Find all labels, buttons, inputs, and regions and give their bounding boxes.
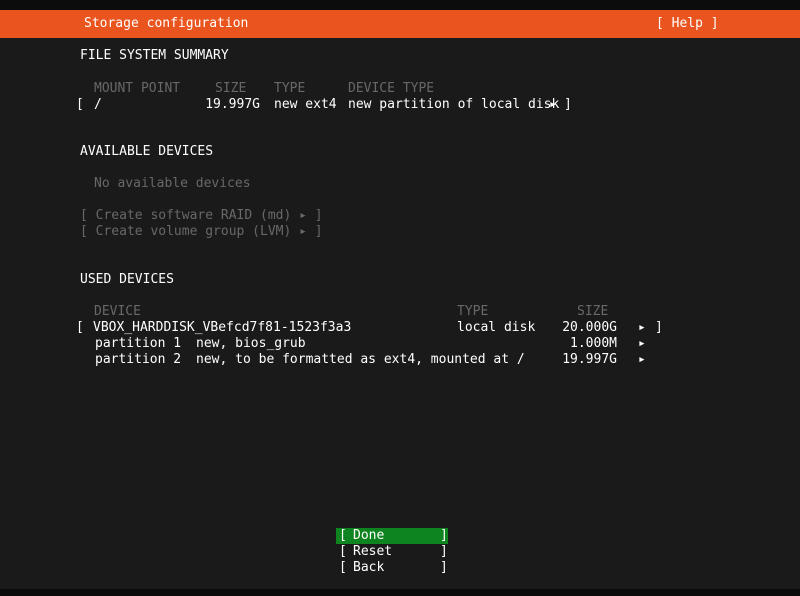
partition-description: new, to be formatted as ext4, mounted at…	[196, 352, 525, 367]
partition-description: new, bios_grub	[196, 336, 306, 351]
column-header-type: TYPE	[274, 81, 306, 96]
partition-row[interactable]: partition 2 new, to be formatted as ext4…	[0, 352, 800, 368]
column-header-mount-point: MOUNT POINT	[94, 81, 181, 96]
reset-button-label: Reset	[353, 544, 393, 559]
partition-name: partition 1	[95, 336, 182, 351]
expand-arrow-icon: ▸	[638, 320, 646, 335]
page-title: Storage configuration	[84, 16, 249, 31]
column-header-device-type: DEVICE TYPE	[348, 81, 435, 96]
expand-arrow-icon: ▸	[638, 352, 646, 367]
title-bar: Storage configuration [ Help ]	[0, 10, 800, 38]
open-bracket: [	[339, 528, 347, 543]
reset-button[interactable]: [ Reset ]	[336, 544, 448, 560]
expand-arrow-icon: ▸	[638, 336, 646, 351]
section-file-system-summary: FILE SYSTEM SUMMARY	[0, 48, 800, 64]
close-bracket: ]	[440, 560, 448, 575]
no-available-devices-message: No available devices	[94, 176, 251, 191]
disk-row[interactable]: [ VBOX_HARDDISK_VBefcd7f81-1523f3a3 loca…	[0, 320, 800, 336]
help-button[interactable]: [ Help ]	[656, 10, 719, 38]
fs-summary-row[interactable]: [ / 19.997G new ext4 new partition of lo…	[0, 97, 800, 113]
create-software-raid-button[interactable]: [ Create software RAID (md) ▸ ]	[80, 208, 323, 224]
back-button[interactable]: [ Back ]	[336, 560, 448, 576]
bottom-screen-edge	[0, 589, 800, 596]
column-header-type: TYPE	[457, 304, 489, 319]
available-devices-empty-row: No available devices	[0, 176, 800, 192]
section-title-available-devices: AVAILABLE DEVICES	[80, 144, 214, 159]
open-bracket: [	[339, 560, 347, 575]
size-value: 19.997G	[205, 97, 260, 112]
mount-point-value: /	[94, 97, 102, 112]
column-header-device: DEVICE	[94, 304, 141, 319]
device-type-value: new partition of local disk	[348, 97, 560, 112]
partition-size-value: 19.997G	[562, 352, 617, 367]
fs-summary-header-row: MOUNT POINT SIZE TYPE DEVICE TYPE	[0, 81, 800, 97]
open-bracket: [	[76, 97, 84, 112]
close-bracket: ]	[440, 528, 448, 543]
disk-size-value: 20.000G	[562, 320, 617, 335]
column-header-size: SIZE	[577, 304, 609, 319]
close-bracket: ]	[440, 544, 448, 559]
create-lvm-row: [ Create volume group (LVM) ▸ ]	[0, 224, 800, 240]
section-title-file-system-summary: FILE SYSTEM SUMMARY	[80, 48, 229, 63]
create-volume-group-button[interactable]: [ Create volume group (LVM) ▸ ]	[80, 224, 323, 240]
open-bracket: [	[76, 320, 84, 335]
partition-row[interactable]: partition 1 new, bios_grub 1.000M ▸	[0, 336, 800, 352]
type-value: new ext4	[274, 97, 337, 112]
partition-size-value: 1.000M	[570, 336, 617, 351]
column-header-size: SIZE	[215, 81, 247, 96]
top-screen-edge	[0, 0, 800, 10]
create-raid-row: [ Create software RAID (md) ▸ ]	[0, 208, 800, 224]
open-bracket: [	[339, 544, 347, 559]
disk-type-value: local disk	[457, 320, 536, 335]
done-button[interactable]: [ Done ]	[336, 528, 448, 544]
done-button-label: Done	[353, 528, 385, 543]
back-button-label: Back	[353, 560, 385, 575]
close-bracket: ]	[564, 97, 572, 112]
section-title-used-devices: USED DEVICES	[80, 272, 174, 287]
partition-name: partition 2	[95, 352, 182, 367]
used-devices-header-row: DEVICE TYPE SIZE	[0, 304, 800, 320]
disk-device-name: VBOX_HARDDISK_VBefcd7f81-1523f3a3	[93, 320, 352, 335]
close-bracket: ]	[655, 320, 663, 335]
section-available-devices: AVAILABLE DEVICES	[0, 144, 800, 160]
expand-arrow-icon: ▸	[549, 97, 557, 112]
section-used-devices: USED DEVICES	[0, 272, 800, 288]
